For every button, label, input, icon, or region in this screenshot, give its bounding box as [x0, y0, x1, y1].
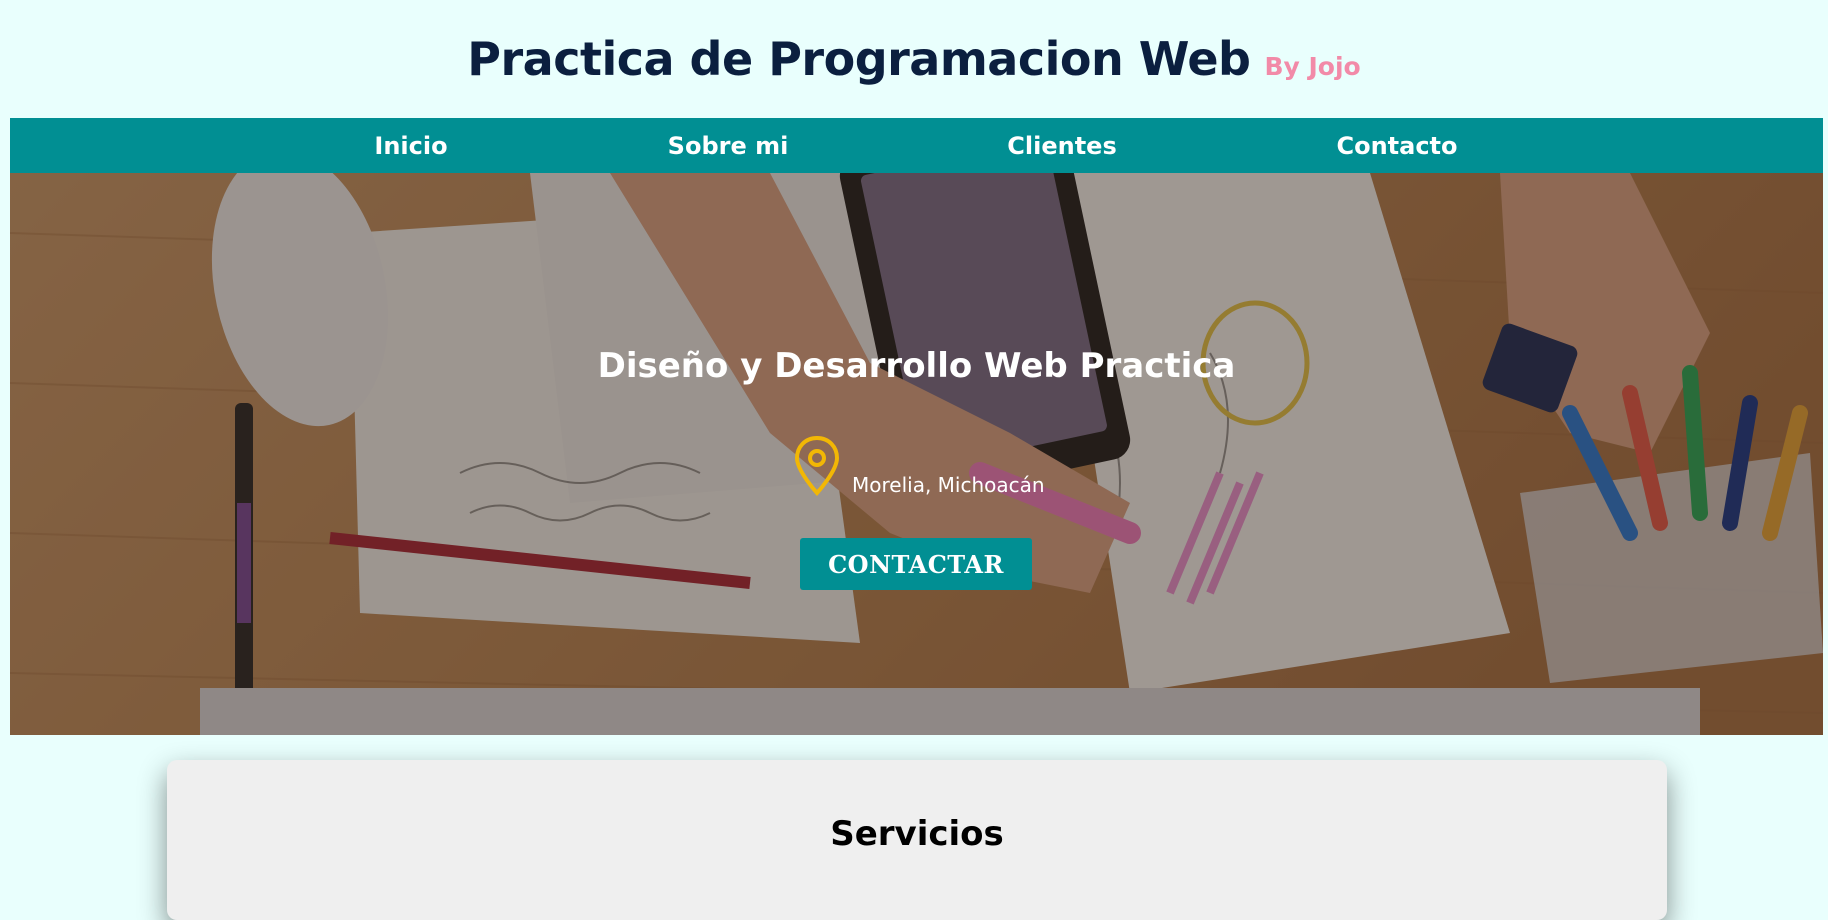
nav-item-inicio[interactable]: Inicio — [374, 132, 447, 160]
services-title: Servicios — [830, 814, 1004, 854]
main-nav: Inicio Sobre mi Clientes Contacto — [10, 118, 1823, 173]
site-author: By Jojo — [1264, 51, 1361, 81]
hero-title: Diseño y Desarrollo Web Practica — [597, 346, 1236, 386]
site-title: Practica de Programacion Web — [467, 32, 1251, 86]
services-card: Servicios — [167, 760, 1667, 920]
hero-content: Diseño y Desarrollo Web Practica Morelia… — [10, 173, 1823, 735]
map-pin-icon — [794, 435, 840, 501]
nav-item-contacto[interactable]: Contacto — [1336, 132, 1457, 160]
location: Morelia, Michoacán — [794, 435, 1045, 501]
contactar-button[interactable]: CONTACTAR — [800, 538, 1032, 590]
location-text: Morelia, Michoacán — [852, 473, 1045, 497]
nav-item-clientes[interactable]: Clientes — [1007, 132, 1116, 160]
site-header: Practica de Programacion Web By Jojo — [0, 0, 1828, 118]
nav-item-sobre-mi[interactable]: Sobre mi — [668, 132, 789, 160]
hero-section: Diseño y Desarrollo Web Practica Morelia… — [10, 173, 1823, 735]
